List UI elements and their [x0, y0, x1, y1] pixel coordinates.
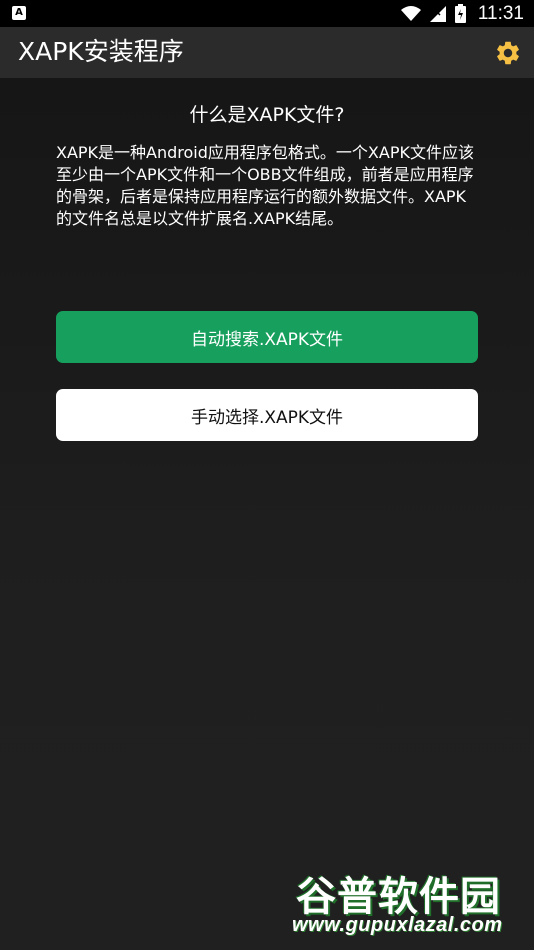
status-icons: 11:31 — [400, 0, 524, 27]
main-content: 什么是XAPK文件? XAPK是一种Android应用程序包格式。一个XAPK文… — [0, 78, 534, 950]
watermark: 谷普软件园 www.gupuxlazal.com — [292, 864, 534, 950]
status-time: 11:31 — [477, 2, 524, 24]
manual-select-button[interactable]: 手动选择.XAPK文件 — [56, 389, 478, 441]
gear-icon — [497, 41, 519, 65]
watermark-url: www.gupuxlazal.com — [292, 914, 503, 936]
description-text: XAPK是一种Android应用程序包格式。一个XAPK文件应该至少由一个APK… — [56, 143, 474, 228]
signal-icon — [429, 5, 446, 22]
auto-search-button[interactable]: 自动搜索.XAPK文件 — [56, 311, 478, 363]
notification-icon-glyph: A — [15, 7, 23, 18]
notification-icon: A — [12, 6, 26, 20]
page-heading: 什么是XAPK文件? — [189, 104, 345, 126]
app-title: XAPK安装程序 — [18, 37, 184, 66]
battery-icon — [454, 4, 466, 23]
manual-select-label: 手动选择.XAPK文件 — [190, 407, 344, 428]
settings-button[interactable] — [494, 39, 522, 67]
wifi-icon — [400, 5, 421, 21]
status-bar: A 11:31 — [0, 0, 534, 27]
app-bar: XAPK安装程序 — [0, 27, 534, 78]
auto-search-label: 自动搜索.XAPK文件 — [190, 329, 344, 350]
